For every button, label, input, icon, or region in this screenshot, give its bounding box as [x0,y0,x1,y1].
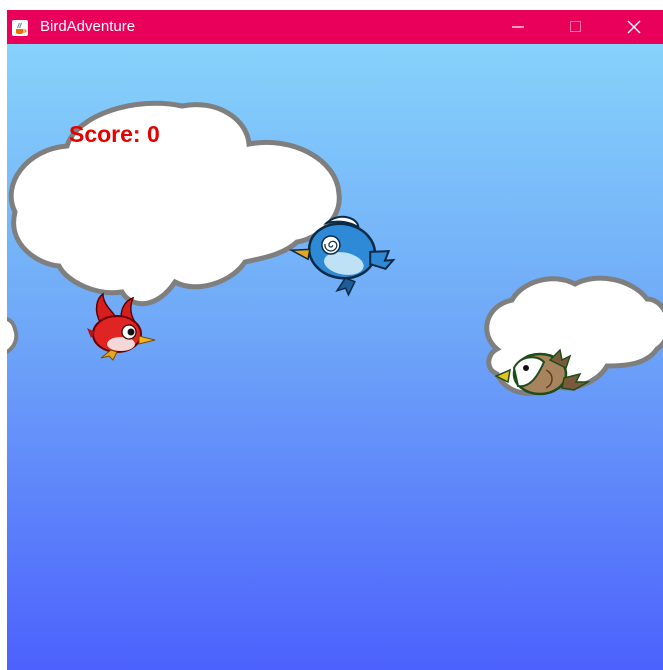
cloud-large [8,100,342,307]
game-canvas[interactable]: Score: 0 [7,44,663,670]
window-title: BirdAdventure [40,18,136,35]
title-bar[interactable]: BirdAdventure [7,10,663,44]
minimize-icon [512,26,524,28]
cloud-edge [7,316,19,355]
score-label: Score: 0 [69,121,160,147]
game-window: BirdAdventure Score: 0 [7,10,663,670]
maximize-icon [570,21,581,32]
close-button[interactable] [605,10,663,44]
maximize-button[interactable] [547,10,605,44]
java-cup-icon [12,20,28,36]
minimize-button[interactable] [489,10,547,44]
close-icon [627,20,641,34]
